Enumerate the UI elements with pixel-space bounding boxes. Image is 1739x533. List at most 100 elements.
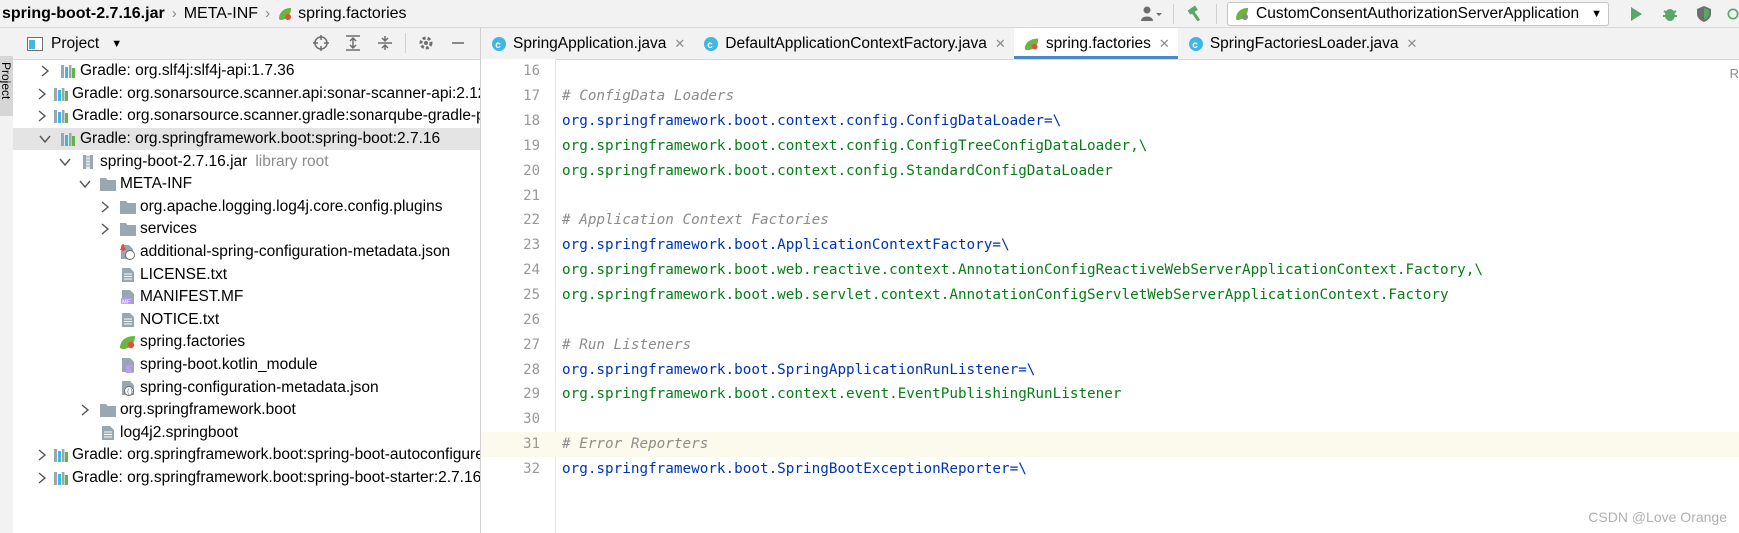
code-text: org.springframework.boot.ApplicationCont… [562, 237, 1010, 254]
tree-item[interactable]: spring-boot.kotlin_module [13, 354, 480, 377]
coverage-shield-icon[interactable] [1693, 3, 1715, 25]
code-line[interactable]: 27 # Run Listeners [481, 332, 1739, 357]
project-view-selector[interactable]: Project ▼ [27, 35, 122, 53]
tree-item-label: Gradle: org.sonarsource.scanner.gradle:s… [72, 107, 481, 125]
locate-crosshair-icon[interactable] [310, 32, 332, 54]
chevron-right-icon[interactable] [97, 223, 113, 235]
line-number: 31 [523, 436, 540, 453]
profiler-icon[interactable] [1727, 3, 1739, 25]
line-number: 18 [523, 113, 540, 130]
tree-item[interactable]: NOTICE.txt [13, 309, 480, 332]
code-line[interactable]: 30 [481, 407, 1739, 432]
close-icon[interactable]: ✕ [995, 36, 1006, 52]
tree-item[interactable]: META-INF [13, 173, 480, 196]
breadcrumb-item-spring-factories[interactable]: spring.factories [277, 5, 407, 23]
tree-item[interactable]: Gradle: org.sonarsource.scanner.gradle:s… [13, 105, 480, 128]
code-line[interactable]: 26 [481, 307, 1739, 332]
code-line[interactable]: 28 org.springframework.boot.SpringApplica… [481, 357, 1739, 382]
chevron-down-icon[interactable] [57, 157, 73, 167]
tree-item[interactable]: services [13, 218, 480, 241]
editor-tabs: c SpringApplication.java ✕ c DefaultApplicat… [481, 28, 1739, 60]
code-line[interactable]: 31 # Error Reporters [481, 431, 1739, 457]
spring-leaf-icon [119, 333, 137, 351]
line-number: 30 [523, 411, 540, 428]
code-line[interactable]: 17 # ConfigData Loaders [481, 84, 1739, 109]
reader-mode-indicator[interactable]: R [1730, 66, 1739, 81]
code-text: org.springframework.boot.SpringApplicati… [562, 361, 1036, 378]
tree-item[interactable]: Gradle: org.springframework.boot:spring-… [13, 127, 480, 151]
code-line[interactable]: 23 org.springframework.boot.ApplicationCo… [481, 233, 1739, 258]
gear-icon[interactable] [415, 32, 437, 54]
code-line[interactable]: 16 [481, 59, 1739, 84]
code-text: org.springframework.boot.SpringBootExcep… [562, 460, 1027, 477]
tree-item[interactable]: org.apache.logging.log4j.core.config.plu… [13, 196, 480, 219]
tree-item[interactable]: Gradle: org.springframework.boot:spring-… [13, 467, 480, 490]
build-hammer-icon[interactable] [1184, 3, 1206, 25]
chevron-down-icon[interactable] [77, 179, 93, 189]
close-icon[interactable]: ✕ [1407, 36, 1418, 52]
code-line[interactable]: 20 org.springframework.boot.context.confi… [481, 158, 1739, 183]
breadcrumb-item-meta-inf[interactable]: META-INF [184, 5, 258, 23]
svg-text:MF: MF [122, 300, 131, 306]
line-number: 27 [523, 336, 540, 353]
chevron-down-icon[interactable] [37, 134, 53, 144]
tree-item[interactable]: Gradle: org.springframework.boot:spring-… [13, 444, 480, 467]
editor-tab[interactable]: spring.factories ✕ [1013, 28, 1178, 59]
tree-item[interactable]: Gradle: org.slf4j:slf4j-api:1.7.36 [13, 60, 480, 83]
run-icon[interactable] [1625, 3, 1647, 25]
chevron-right-icon[interactable] [37, 88, 47, 100]
tree-item-label: org.apache.logging.log4j.core.config.plu… [140, 197, 443, 215]
folder-icon [119, 198, 137, 216]
tree-item[interactable]: additional-spring-configuration-metadata… [13, 241, 480, 264]
tree-item[interactable]: org.springframework.boot [13, 399, 480, 422]
tab-label: SpringFactoriesLoader.java [1209, 34, 1399, 52]
tree-item-label: MANIFEST.MF [140, 288, 244, 306]
watermark: CSDN @Love Orange [1588, 509, 1727, 525]
expand-all-icon[interactable] [342, 32, 364, 54]
editor-tab[interactable]: c SpringFactoriesLoader.java ✕ [1178, 28, 1426, 59]
tree-item[interactable]: spring.factories [13, 331, 480, 354]
code-line[interactable]: 29 org.springframework.boot.context.event… [481, 382, 1739, 407]
code-line[interactable]: 19 org.springframework.boot.context.confi… [481, 134, 1739, 159]
chevron-right-icon[interactable] [37, 65, 53, 77]
minimize-icon[interactable] [447, 32, 469, 54]
user-icon[interactable] [1141, 3, 1163, 25]
line-number: 19 [523, 137, 540, 154]
editor-tab[interactable]: c DefaultApplicationContextFactory.java ✕ [693, 28, 1014, 59]
tree-item[interactable]: spring-boot-2.7.16.jar library root [13, 150, 480, 173]
debug-bug-icon[interactable] [1659, 3, 1681, 25]
close-icon[interactable]: ✕ [674, 36, 685, 52]
chevron-right-icon[interactable] [97, 201, 113, 213]
code-text: org.springframework.boot.context.config.… [562, 113, 1062, 130]
tree-item-label: Gradle: org.sonarsource.scanner.api:sona… [72, 84, 481, 102]
chevron-right-icon[interactable] [37, 472, 47, 484]
navigation-bar: spring-boot-2.7.16.jar › META-INF › spri… [0, 0, 1739, 28]
line-number: 28 [523, 361, 540, 378]
json-file-icon: {} [119, 379, 137, 397]
code-line[interactable]: 21 [481, 183, 1739, 208]
code-line[interactable]: 32 org.springframework.boot.SpringBootExc… [481, 457, 1739, 482]
chevron-right-icon[interactable] [37, 110, 47, 123]
chevron-right-icon[interactable] [37, 449, 47, 461]
breadcrumb-item-jar[interactable]: spring-boot-2.7.16.jar [2, 5, 165, 23]
code-line[interactable]: 25 org.springframework.boot.web.servlet.c… [481, 283, 1739, 308]
editor-tab[interactable]: c SpringApplication.java ✕ [481, 28, 693, 59]
code-line[interactable]: 22 # Application Context Factories [481, 208, 1739, 233]
chevron-right-icon[interactable] [77, 404, 93, 416]
tree-item-label: spring-boot-2.7.16.jar [100, 152, 248, 170]
main-toolbar: CustomConsentAuthorizationServerApplicat… [1135, 0, 1739, 27]
library-icon [53, 85, 69, 103]
close-icon[interactable]: ✕ [1159, 36, 1170, 52]
tree-item[interactable]: {} spring-configuration-metadata.json [13, 376, 480, 399]
code-view[interactable]: 16 17 # ConfigData Loaders 18 org.springfram… [481, 59, 1739, 481]
tree-item[interactable]: MF MANIFEST.MF [13, 286, 480, 309]
tree-item[interactable]: Gradle: org.sonarsource.scanner.api:sona… [13, 83, 480, 106]
code-line[interactable]: 24 org.springframework.boot.web.reactive.… [481, 258, 1739, 283]
code-line[interactable]: 18 org.springframework.boot.context.confi… [481, 109, 1739, 134]
tree-item[interactable]: log4j2.springboot [13, 422, 480, 445]
collapse-all-icon[interactable] [374, 32, 396, 54]
tree-item[interactable]: LICENSE.txt [13, 263, 480, 286]
tab-label: DefaultApplicationContextFactory.java [725, 34, 987, 52]
run-configuration-select[interactable]: CustomConsentAuthorizationServerApplicat… [1227, 1, 1609, 26]
tree-item-label: services [140, 220, 197, 238]
